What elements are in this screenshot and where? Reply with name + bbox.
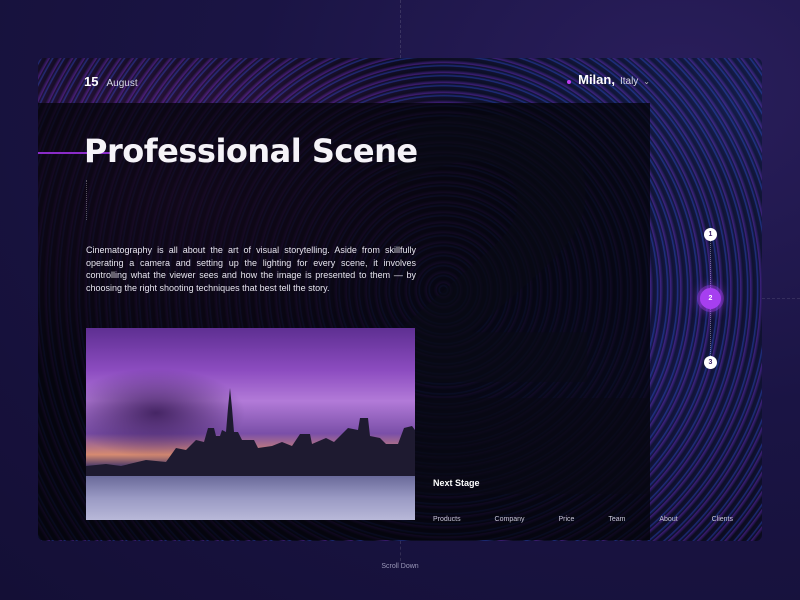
location-city: Milan, (578, 72, 615, 87)
nav-link-products[interactable]: Products (433, 516, 461, 523)
nav-link-company[interactable]: Company (495, 516, 525, 523)
footer-nav: Products Company Price Team About Client… (433, 516, 733, 523)
page-pagination: 1 2 3 (698, 224, 724, 374)
location-selector[interactable]: Milan, Italy ⌄ (567, 72, 650, 87)
skyline-silhouette (86, 388, 415, 478)
page-dot-2-active[interactable]: 2 (700, 288, 721, 309)
guide-line (400, 541, 401, 561)
dotted-divider (86, 180, 87, 220)
hero-card: 2 15 August Milan, Italy ⌄ Professional … (38, 58, 762, 541)
date-month: August (106, 78, 138, 89)
date-day: 15 (84, 74, 99, 89)
location-dot-icon (567, 80, 572, 84)
nav-link-team[interactable]: Team (608, 516, 625, 523)
scroll-down-label[interactable]: Scroll Down (0, 563, 800, 570)
nav-link-about[interactable]: About (659, 516, 677, 523)
description-text: Cinematography is all about the art of v… (86, 245, 416, 293)
location-country: Italy (619, 76, 639, 87)
chevron-down-icon: ⌄ (643, 77, 650, 86)
nav-link-price[interactable]: Price (558, 516, 574, 523)
date: 15 August (84, 74, 138, 89)
page-dot-1[interactable]: 1 (704, 228, 717, 241)
next-stage-link[interactable]: Next Stage (433, 478, 480, 488)
guide-line (762, 298, 800, 299)
guide-line (400, 0, 401, 58)
page-title: Professional Scene (84, 132, 418, 170)
page-dot-3[interactable]: 3 (704, 356, 717, 369)
water (86, 476, 415, 520)
city-skyline-photo (86, 328, 415, 520)
nav-link-clients[interactable]: Clients (712, 516, 733, 523)
